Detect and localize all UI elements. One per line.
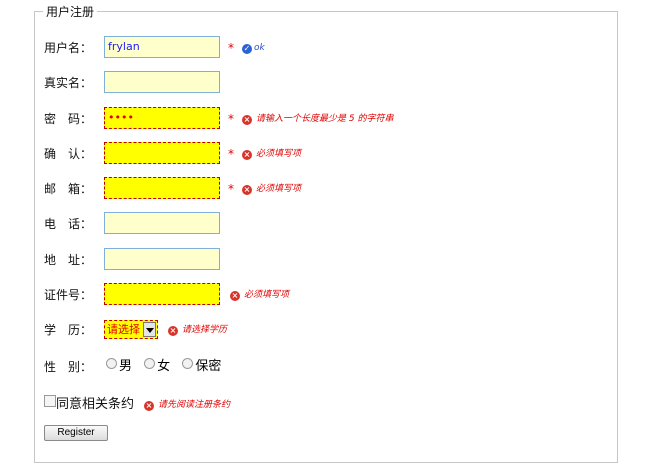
confirm-error-message: × 必须填写项 — [242, 149, 302, 160]
education-label: 学 历： — [44, 323, 93, 337]
address-label: 地 址： — [44, 253, 93, 267]
password-error-message: × 请输入一个长度最少是 5 的字符串 — [242, 114, 394, 125]
education-select[interactable]: 请选择 — [104, 320, 158, 339]
confirm-required-star: * — [228, 147, 234, 161]
error-circle-icon: × — [230, 291, 240, 301]
confirm-label: 确 认： — [44, 147, 93, 161]
agree-checkbox[interactable] — [44, 395, 56, 407]
password-label: 密 码： — [44, 112, 93, 126]
password-input[interactable]: •••• — [104, 107, 220, 129]
phone-input[interactable] — [104, 212, 220, 234]
row-agree: 同意相关条约 × 请先阅读注册条约 — [44, 393, 344, 417]
radio-icon[interactable] — [182, 358, 194, 369]
realname-label: 真实名： — [44, 76, 93, 90]
error-circle-icon: × — [242, 115, 252, 125]
radio-icon[interactable] — [144, 358, 156, 369]
education-selected-value: 请选择 — [107, 323, 140, 336]
username-label: 用户名： — [44, 41, 93, 55]
radio-icon[interactable] — [106, 358, 117, 369]
gender-option-male[interactable]: 男 — [106, 358, 132, 374]
education-error-message: × 请选择学历 — [168, 325, 228, 336]
register-button[interactable]: Register — [44, 425, 108, 441]
idnumber-error-message: × 必须填写项 — [230, 290, 290, 301]
idnumber-input[interactable] — [104, 283, 220, 305]
agree-checkbox-label[interactable]: 同意相关条约 — [44, 393, 134, 417]
email-error-message: × 必须填写项 — [242, 184, 302, 195]
chevron-down-icon[interactable] — [143, 322, 156, 337]
agree-error-message: × 请先阅读注册条约 — [144, 400, 231, 411]
username-ok-message: ✓ ok — [242, 43, 265, 54]
confirm-input[interactable] — [104, 142, 220, 164]
error-circle-icon: × — [242, 150, 252, 160]
username-input[interactable]: frylan — [104, 36, 220, 58]
address-input[interactable] — [104, 248, 220, 270]
gender-label: 性 别： — [44, 360, 93, 374]
error-circle-icon: × — [168, 326, 178, 336]
error-circle-icon: × — [242, 185, 252, 195]
email-required-star: * — [228, 182, 234, 196]
idnumber-label: 证件号： — [44, 288, 93, 302]
username-required-star: * — [228, 41, 234, 55]
password-required-star: * — [228, 112, 234, 126]
email-label: 邮 箱： — [44, 182, 93, 196]
realname-input[interactable] — [104, 71, 220, 93]
form-legend: 用户注册 — [43, 3, 98, 20]
gender-option-secret[interactable]: 保密 — [182, 358, 221, 374]
check-circle-icon: ✓ — [242, 44, 252, 54]
error-circle-icon: × — [144, 401, 154, 411]
gender-option-female[interactable]: 女 — [144, 358, 170, 374]
gender-radio-group: 男 女 保密 — [106, 355, 229, 379]
phone-label: 电 话： — [44, 217, 93, 231]
email-input[interactable] — [104, 177, 220, 199]
